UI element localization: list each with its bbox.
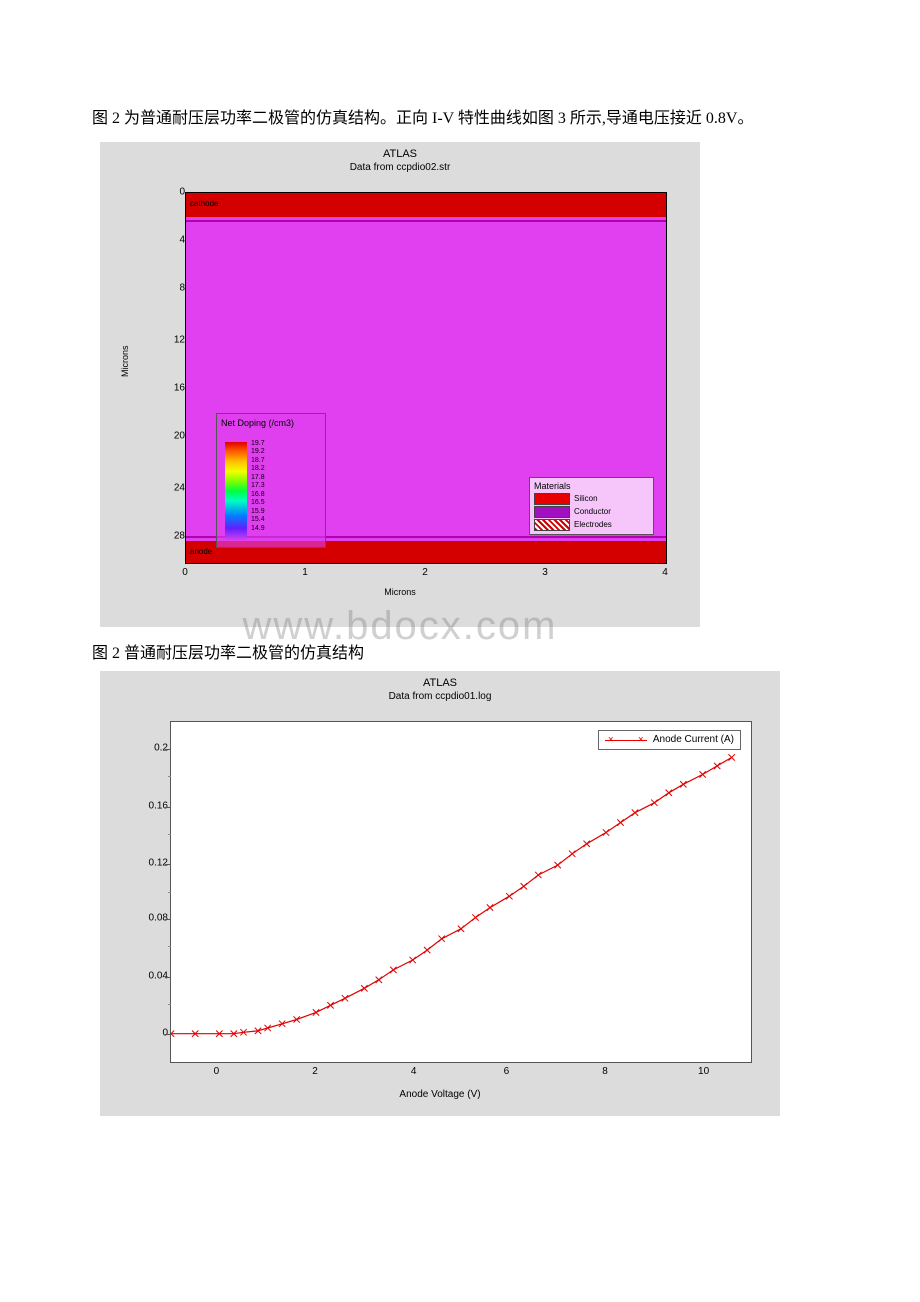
- cathode-electrode: cathode: [186, 193, 666, 217]
- doping-values-list: 19.7 19.2 18.7 18.2 17.8 17.3 16.8 16.5 …: [251, 440, 265, 534]
- figure-3-iv-chart: ATLAS Data from ccpdio01.log 0.2 0.16 0.…: [100, 671, 780, 1116]
- fig1-subtitle: Data from ccpdio02.str: [100, 160, 700, 173]
- fig1-y-axis: 0 4 8 12 16 20 24 28: [160, 192, 185, 562]
- legend-label: Anode Current (A): [653, 734, 734, 745]
- fig2-subtitle: Data from ccpdio01.log: [100, 689, 780, 702]
- iv-curve-svg: [171, 722, 751, 1062]
- fig2-x-label: Anode Voltage (V): [399, 1089, 480, 1100]
- fig2-legend: ×× Anode Current (A): [598, 730, 741, 750]
- body-paragraph: 图 2 为普通耐压层功率二极管的仿真结构。正向 I-V 特性曲线如图 3 所示,…: [60, 106, 860, 132]
- fig2-software-title: ATLAS: [100, 671, 780, 689]
- swatch-silicon: [534, 493, 570, 505]
- junction-line-top: [186, 220, 666, 222]
- fig1-software-title: ATLAS: [100, 142, 700, 160]
- swatch-electrodes: [534, 519, 570, 531]
- doping-colorbar: [225, 442, 247, 540]
- figure-2-structure-plot: ATLAS Data from ccpdio02.str www.bdocx.c…: [100, 142, 700, 627]
- watermark-text: www.bdocx.com: [100, 604, 700, 649]
- fig1-y-label: Microns: [120, 345, 130, 377]
- net-doping-legend: Net Doping (/cm3) 19.7 19.2 18.7 18.2 17…: [216, 413, 326, 548]
- fig1-plot-area: cathode anode Net Doping (/cm3) 19.7 19.…: [185, 192, 667, 564]
- fig2-y-axis: 0.2 0.16 0.12 0.08 0.04 0: [138, 721, 168, 1061]
- materials-legend: Materials Silicon Conductor Electrodes: [529, 477, 654, 535]
- legend-line-sample: ××: [605, 734, 647, 746]
- swatch-conductor: [534, 506, 570, 518]
- fig2-plot-area: ×× Anode Current (A): [170, 721, 752, 1063]
- fig1-x-label: Microns: [384, 587, 416, 597]
